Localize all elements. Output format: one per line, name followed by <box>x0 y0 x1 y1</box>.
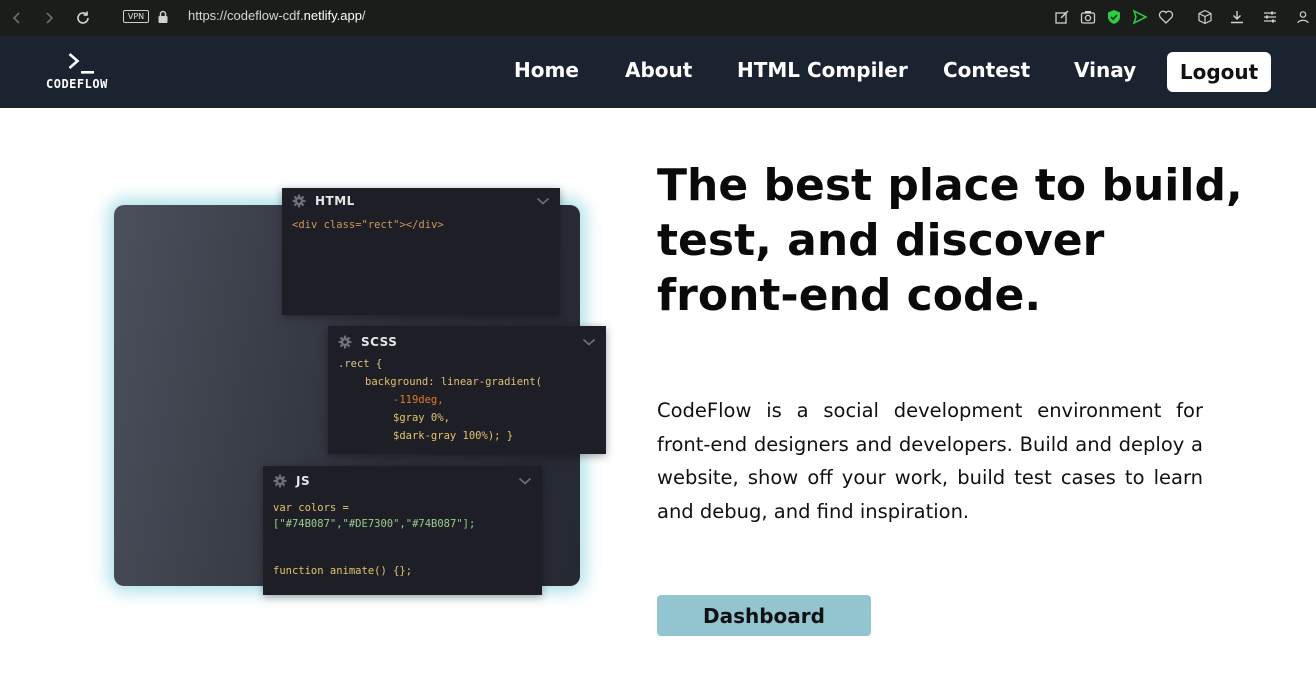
gear-icon <box>273 474 287 488</box>
scss-code-line: $dark-gray 100%); } <box>393 430 514 442</box>
dashboard-button[interactable]: Dashboard <box>657 595 871 636</box>
camera-icon[interactable] <box>1079 8 1097 26</box>
back-arrow-icon[interactable] <box>6 7 28 29</box>
chevron-down-icon <box>536 197 550 205</box>
site-navbar: CODEFLOW Home About HTML Compiler Contes… <box>0 36 1316 108</box>
html-card-header: HTML <box>282 188 560 214</box>
logout-button[interactable]: Logout <box>1167 52 1271 92</box>
scss-card-title: SCSS <box>361 335 398 349</box>
nav-link-home[interactable]: Home <box>514 58 579 82</box>
nav-link-about[interactable]: About <box>625 58 692 82</box>
html-code-line: <div class="rect"></div> <box>292 219 444 231</box>
chevron-down-icon <box>582 338 596 346</box>
gear-icon <box>292 194 306 208</box>
chevron-down-icon <box>518 477 532 485</box>
html-code-card: HTML <div class="rect"></div> <box>282 188 560 315</box>
terminal-prompt-icon <box>68 53 94 74</box>
browser-toolbar: VPN https://codeflow-cdf.netlify.app/ <box>0 0 1316 36</box>
js-card-header: JS <box>263 468 542 494</box>
heart-icon[interactable] <box>1157 8 1175 26</box>
settings-sliders-icon[interactable] <box>1261 8 1279 26</box>
scss-code-card: SCSS .rect { background: linear-gradient… <box>328 326 606 454</box>
scss-code-line: -119deg, <box>393 394 444 406</box>
gear-icon <box>338 335 352 349</box>
js-code-card: JS var colors = ["#74B087","#DE7300","#7… <box>263 466 542 595</box>
nav-link-user-profile[interactable]: Vinay <box>1074 58 1136 82</box>
nav-link-contest[interactable]: Contest <box>943 58 1030 82</box>
edit-icon[interactable] <box>1053 8 1071 26</box>
js-card-title: JS <box>296 474 311 488</box>
scss-code-line: $gray 0%, <box>393 412 450 424</box>
js-code-line: ["#74B087","#DE7300","#74B087"]; <box>273 518 476 530</box>
html-card-title: HTML <box>315 194 355 208</box>
js-code-line: function animate() {}; <box>273 565 413 577</box>
user-icon[interactable] <box>1294 8 1312 26</box>
url-suffix: / <box>361 8 366 23</box>
scss-code-line: background: linear-gradient( <box>365 376 543 388</box>
js-code-line: var colors = <box>273 502 349 514</box>
url-prefix: https://codeflow-cdf. <box>188 8 304 23</box>
reload-icon[interactable] <box>72 7 94 29</box>
codeflow-logo[interactable]: CODEFLOW <box>46 52 120 94</box>
hero-headline: The best place to build, test, and disco… <box>657 160 1243 321</box>
lock-icon[interactable] <box>157 9 169 23</box>
send-icon[interactable] <box>1131 8 1149 26</box>
forward-arrow-icon[interactable] <box>38 7 60 29</box>
download-icon[interactable] <box>1228 8 1246 26</box>
shield-icon[interactable] <box>1105 8 1123 26</box>
vpn-badge[interactable]: VPN <box>123 10 149 23</box>
nav-link-html-compiler[interactable]: HTML Compiler <box>737 58 908 82</box>
logo-text: CODEFLOW <box>46 77 108 91</box>
scss-code-line: .rect { <box>338 358 383 370</box>
scss-card-header: SCSS <box>328 329 606 355</box>
cube-icon[interactable] <box>1196 8 1214 26</box>
hero-description: CodeFlow is a social development environ… <box>657 399 1203 523</box>
url-host: netlify.app <box>303 8 362 23</box>
address-bar-url[interactable]: https://codeflow-cdf.netlify.app/ <box>188 8 366 23</box>
